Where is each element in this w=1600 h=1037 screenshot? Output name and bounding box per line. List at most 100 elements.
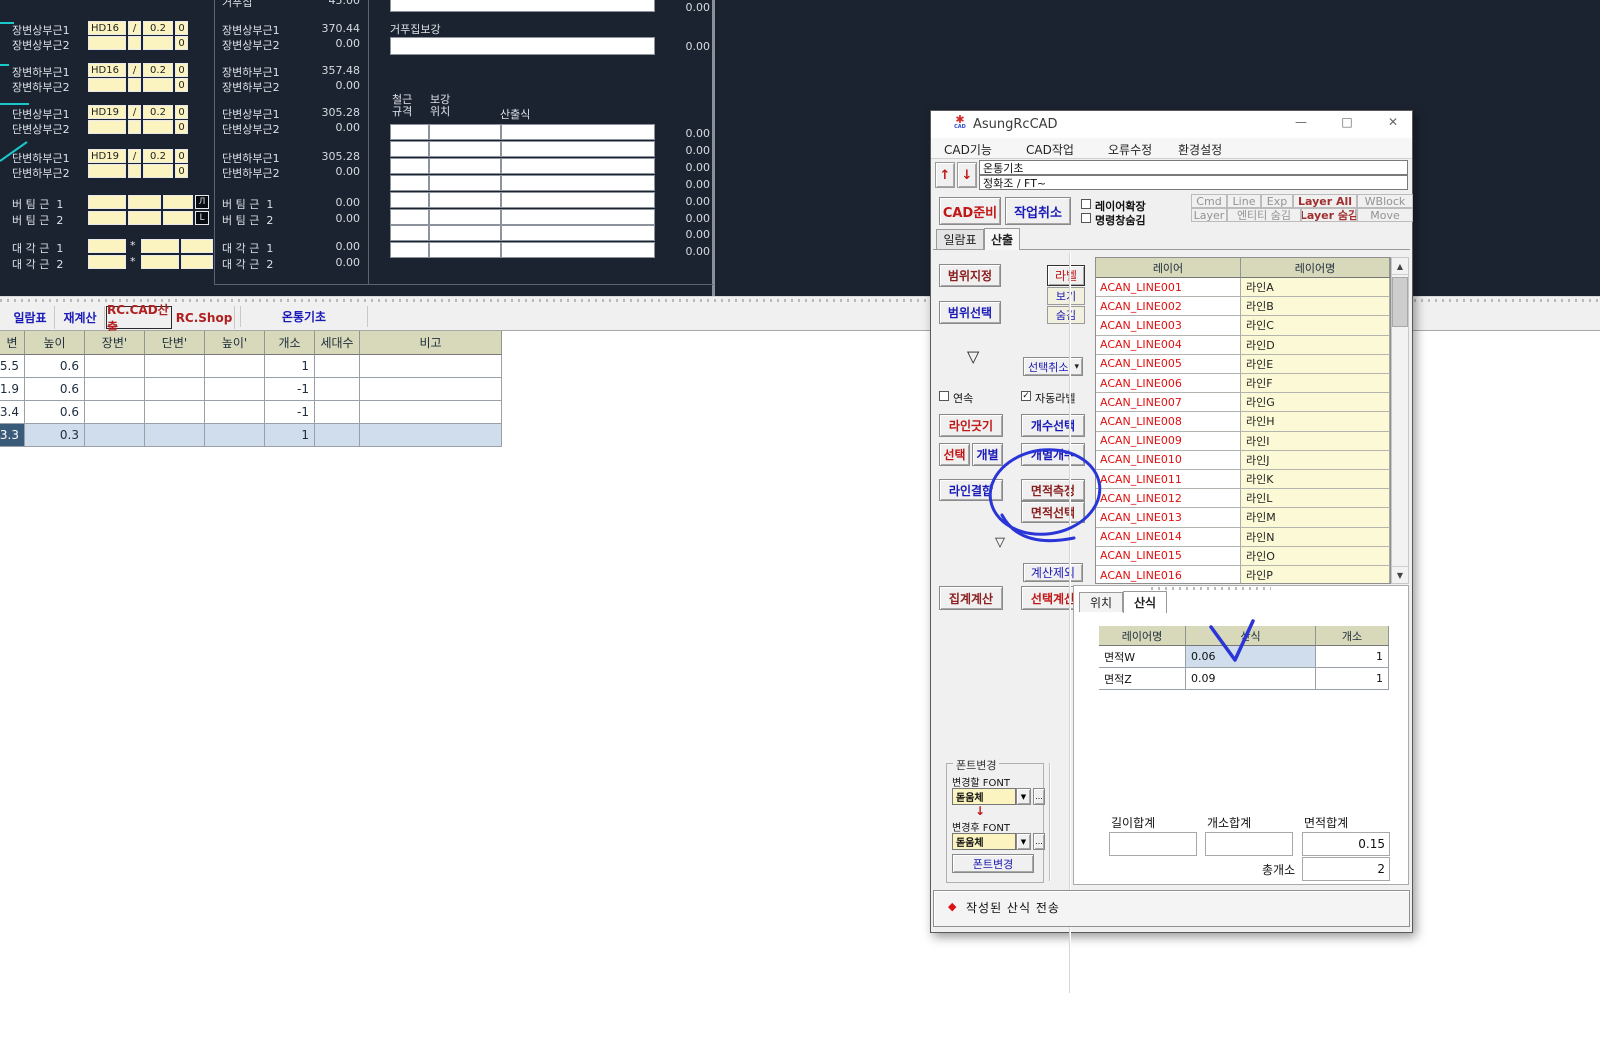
calc-cell-spec[interactable]	[390, 158, 429, 174]
diag-input[interactable]	[181, 239, 213, 253]
diag-input[interactable]	[88, 239, 126, 253]
slash-input[interactable]: /	[128, 149, 141, 163]
total-count-field[interactable]: 2	[1302, 857, 1390, 881]
font-before-more-button[interactable]: ...	[1033, 788, 1045, 805]
nav-field-1[interactable]: 온통기초	[979, 160, 1408, 175]
font-apply-button[interactable]: 폰트변경	[952, 854, 1034, 873]
layer-row-alias[interactable]: 라인P	[1241, 566, 1390, 584]
layer-row-alias[interactable]: 라인J	[1241, 451, 1390, 470]
slash-input[interactable]: /	[128, 105, 141, 119]
calc-cell-formula[interactable]	[501, 242, 655, 258]
layer-row-alias[interactable]: 라인F	[1241, 374, 1390, 393]
mini-button-move[interactable]: Move	[1357, 208, 1413, 222]
layer-row-alias[interactable]: 라인A	[1241, 278, 1390, 297]
sheet-cell[interactable]	[360, 355, 502, 378]
sheet-cell[interactable]	[315, 355, 360, 378]
strut-shape-icon[interactable]: Ⅼ	[195, 211, 209, 225]
sheet-cell[interactable]	[85, 378, 145, 401]
maximize-button[interactable]: □	[1336, 115, 1358, 133]
sheet-cell[interactable]	[145, 378, 205, 401]
layer-row-name[interactable]: ACAN_LINE002	[1096, 297, 1241, 316]
calc-cell-formula[interactable]	[501, 209, 655, 225]
sheet-cell[interactable]: 0.3	[25, 424, 85, 447]
calc-cell-pos[interactable]	[429, 124, 501, 140]
font-after-dropdown-icon[interactable]: ▼	[1016, 833, 1031, 850]
layer-row-name[interactable]: ACAN_LINE004	[1096, 336, 1241, 355]
calc-cell-spec[interactable]	[390, 209, 429, 225]
spacing-input[interactable]	[143, 36, 173, 50]
font-before-dropdown-icon[interactable]: ▼	[1016, 788, 1031, 805]
sheet-cell[interactable]: 0.6	[25, 401, 85, 424]
layer-row-alias[interactable]: 라인I	[1241, 432, 1390, 451]
sheet-cell[interactable]	[315, 378, 360, 401]
layer-row-alias[interactable]: 라인C	[1241, 316, 1390, 335]
layer-row-alias[interactable]: 라인G	[1241, 393, 1390, 412]
total-calc-button[interactable]: 집계계산	[939, 586, 1003, 610]
layer-scrollbar[interactable]: ▲ ▼	[1391, 257, 1409, 584]
calc-cell-formula[interactable]	[501, 141, 655, 157]
count-select-button[interactable]: 개수선택	[1021, 414, 1085, 437]
sheet-cell[interactable]: 3.4	[0, 401, 25, 424]
sheet-cell[interactable]	[315, 424, 360, 447]
rebar-spec-input[interactable]	[88, 36, 126, 50]
rebar-spec-input[interactable]	[88, 120, 126, 134]
area-row-formula[interactable]: 0.09	[1186, 668, 1316, 690]
calc-cell-spec[interactable]	[390, 242, 429, 258]
sheet-cell[interactable]: -1	[265, 378, 315, 401]
scroll-down-icon[interactable]: ▼	[1392, 566, 1408, 583]
calc-cell-spec[interactable]	[390, 175, 429, 191]
layer-row-name[interactable]: ACAN_LINE011	[1096, 470, 1241, 489]
layer-row-alias[interactable]: 라인B	[1241, 297, 1390, 316]
slash-input[interactable]: /	[128, 63, 141, 77]
layer-row-name[interactable]: ACAN_LINE012	[1096, 489, 1241, 508]
spacing-input[interactable]	[143, 78, 173, 92]
area-measure-button[interactable]: 면적측정	[1021, 479, 1085, 501]
font-before-combo[interactable]: 돋움체	[952, 788, 1016, 805]
strut-input[interactable]	[88, 195, 126, 209]
rebar-spec-input[interactable]	[88, 164, 126, 178]
sheet-cell[interactable]: 15.5	[0, 355, 25, 378]
area-row-count[interactable]: 1	[1316, 646, 1389, 668]
sheet-tab-3[interactable]: RC.CAD산출	[106, 306, 172, 329]
count-input[interactable]: 0	[175, 21, 188, 35]
tab-position[interactable]: 위치	[1079, 592, 1123, 612]
sheet-cell[interactable]: 1	[265, 424, 315, 447]
count-input[interactable]: 0	[175, 36, 188, 50]
rebar-spec-input[interactable]	[88, 78, 126, 92]
sheet-cell[interactable]	[85, 401, 145, 424]
sheet-cell[interactable]	[145, 355, 205, 378]
sheet-cell[interactable]	[205, 378, 265, 401]
layer-row-name[interactable]: ACAN_LINE014	[1096, 528, 1241, 547]
formwork-top-input[interactable]	[390, 0, 655, 12]
diag-input[interactable]	[141, 239, 179, 253]
strut-shape-icon[interactable]: Л	[195, 195, 209, 209]
layer-row-alias[interactable]: 라인O	[1241, 547, 1390, 566]
sheet-cell[interactable]	[315, 401, 360, 424]
sheet-cell[interactable]	[360, 424, 502, 447]
nav-field-2[interactable]: 정화조 / FT~	[979, 175, 1408, 190]
calc-cell-spec[interactable]	[390, 141, 429, 157]
layer-row-name[interactable]: ACAN_LINE008	[1096, 412, 1241, 431]
area-row-count[interactable]: 1	[1316, 668, 1389, 690]
strut-input[interactable]	[88, 211, 126, 225]
calc-cell-pos[interactable]	[429, 175, 501, 191]
mini-button-layer-숨김[interactable]: Layer 숨김	[1301, 208, 1357, 222]
calc-cell-pos[interactable]	[429, 192, 501, 208]
spacing-input[interactable]	[143, 120, 173, 134]
calc-cell-formula[interactable]	[501, 175, 655, 191]
layer-row-alias[interactable]: 라인D	[1241, 336, 1390, 355]
range-select-button[interactable]: 범위선택	[939, 301, 1001, 324]
calc-exclude-button[interactable]: 계산제외	[1023, 563, 1083, 582]
sheet-cell[interactable]	[85, 424, 145, 447]
layer-row-alias[interactable]: 라인E	[1241, 355, 1390, 374]
count-input[interactable]: 0	[175, 149, 188, 163]
sheet-cell[interactable]	[145, 424, 205, 447]
count-input[interactable]: 0	[175, 120, 188, 134]
area-row-formula[interactable]: 0.06	[1186, 646, 1316, 668]
layer-row-name[interactable]: ACAN_LINE001	[1096, 278, 1241, 297]
spacing-input[interactable]: 0.2	[143, 149, 173, 163]
calc-cell-pos[interactable]	[429, 141, 501, 157]
calc-cell-formula[interactable]	[501, 192, 655, 208]
line-join-button[interactable]: 라인결합	[939, 479, 1003, 501]
sheet-tab-4[interactable]: RC.Shop	[174, 306, 234, 329]
